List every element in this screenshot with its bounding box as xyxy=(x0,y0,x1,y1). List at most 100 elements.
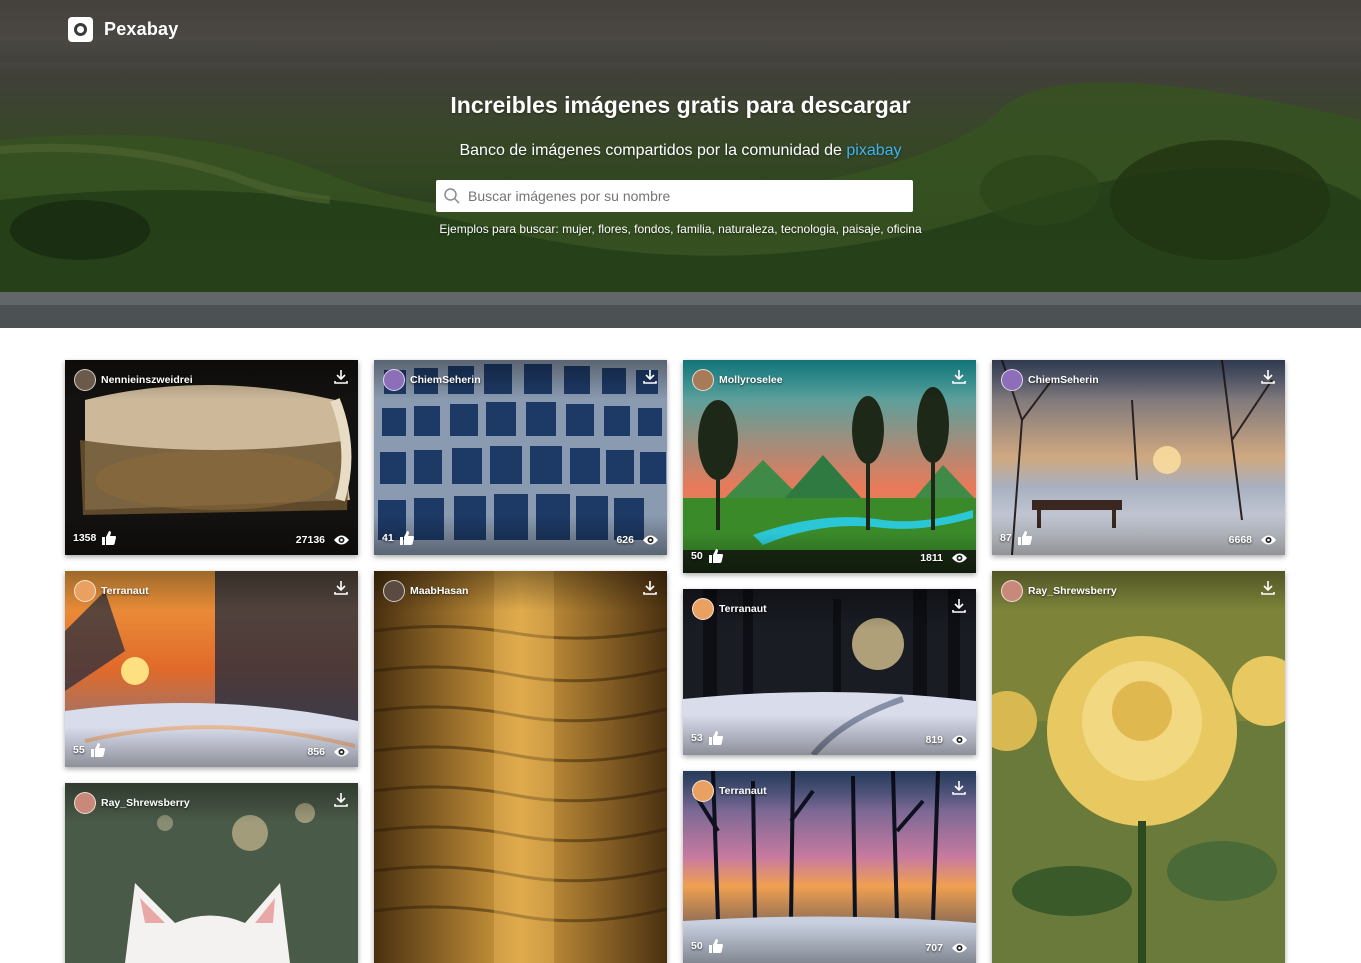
card-user[interactable]: MaabHasan xyxy=(383,580,468,602)
download-icon[interactable] xyxy=(951,369,967,385)
card-user[interactable]: Nennieinszweidrei xyxy=(74,369,193,391)
download-icon[interactable] xyxy=(1260,369,1276,385)
image-card[interactable]: Terranaut 55 856 xyxy=(65,571,358,767)
card-username: Terranaut xyxy=(719,785,767,797)
avatar xyxy=(74,369,96,391)
eye-icon xyxy=(952,735,967,745)
views-count: 626 xyxy=(616,534,634,546)
download-icon[interactable] xyxy=(1260,580,1276,596)
card-views: 856 xyxy=(307,746,350,758)
views-count: 856 xyxy=(307,746,325,758)
views-count: 707 xyxy=(925,942,943,954)
image-card[interactable]: Ray_Shrewsberry xyxy=(65,783,358,963)
hero-title: Increibles imágenes gratis para descarga… xyxy=(450,92,911,118)
thumbs-up-icon xyxy=(90,743,105,757)
eye-icon xyxy=(334,747,349,757)
eye-icon xyxy=(1261,535,1276,545)
card-user[interactable]: Mollyroselee xyxy=(692,369,783,391)
eye-icon xyxy=(952,553,967,563)
card-views: 819 xyxy=(925,734,968,746)
avatar xyxy=(692,780,714,802)
download-icon[interactable] xyxy=(642,580,658,596)
image-grid: Nennieinszweidrei 1358 27136 ChiemSeheri… xyxy=(0,328,1361,963)
views-count: 819 xyxy=(925,734,943,746)
image-card[interactable]: ChiemSeherin 87 6668 xyxy=(992,360,1285,555)
thumbs-up-icon xyxy=(708,549,723,563)
brand-name: Pexabay xyxy=(104,19,179,39)
avatar xyxy=(383,369,405,391)
views-count: 27136 xyxy=(295,534,325,546)
card-likes[interactable]: 50 xyxy=(691,548,724,564)
likes-count: 55 xyxy=(73,744,85,756)
download-icon[interactable] xyxy=(642,369,658,385)
card-username: Mollyroselee xyxy=(719,374,783,386)
card-user[interactable]: Ray_Shrewsberry xyxy=(1001,580,1117,602)
likes-count: 50 xyxy=(691,940,703,952)
image-card[interactable]: Mollyroselee 50 1811 xyxy=(683,360,976,573)
card-likes[interactable]: 50 xyxy=(691,938,724,954)
card-username: ChiemSeherin xyxy=(1028,374,1099,386)
search-icon xyxy=(436,180,468,212)
views-count: 6668 xyxy=(1228,534,1252,546)
card-likes[interactable]: 55 xyxy=(73,742,106,758)
eye-icon xyxy=(952,943,967,953)
search-examples: Ejemplos para buscar: mujer, flores, fon… xyxy=(439,222,922,236)
hero-subtitle: Banco de imágenes compartidos por la com… xyxy=(0,142,1361,160)
thumbs-up-icon xyxy=(102,531,117,545)
thumbs-up-icon xyxy=(1017,531,1032,545)
views-count: 1811 xyxy=(920,552,943,564)
likes-count: 1358 xyxy=(73,532,97,544)
likes-count: 87 xyxy=(1000,532,1012,544)
card-username: Terranaut xyxy=(101,585,149,597)
avatar xyxy=(1001,369,1023,391)
download-icon[interactable] xyxy=(333,580,349,596)
download-icon[interactable] xyxy=(951,780,967,796)
card-likes[interactable]: 53 xyxy=(691,730,724,746)
image-card[interactable]: Nennieinszweidrei 1358 27136 xyxy=(65,360,358,555)
camera-icon xyxy=(68,17,93,42)
eye-icon xyxy=(643,535,658,545)
card-likes[interactable]: 1358 xyxy=(73,530,117,546)
card-views: 707 xyxy=(925,942,968,954)
avatar xyxy=(1001,580,1023,602)
card-user[interactable]: ChiemSeherin xyxy=(1001,369,1099,391)
likes-count: 50 xyxy=(691,550,703,562)
card-user[interactable]: ChiemSeherin xyxy=(383,369,481,391)
card-username: Ray_Shrewsberry xyxy=(1028,585,1117,597)
card-user[interactable]: Terranaut xyxy=(74,580,149,602)
image-card[interactable]: MaabHasan xyxy=(374,571,667,963)
image-card[interactable]: Terranaut 50 707 xyxy=(683,771,976,963)
likes-count: 53 xyxy=(691,732,703,744)
card-username: ChiemSeherin xyxy=(410,374,481,386)
card-username: Nennieinszweidrei xyxy=(101,374,193,386)
top-bar: Pexabay xyxy=(0,0,1361,62)
card-likes[interactable]: 87 xyxy=(1000,530,1033,546)
card-username: Terranaut xyxy=(719,603,767,615)
thumbs-up-icon xyxy=(708,731,723,745)
avatar xyxy=(74,792,96,814)
avatar xyxy=(692,598,714,620)
hero-banner: Pexabay Increibles imágenes gratis para … xyxy=(0,0,1361,328)
image-card[interactable]: ChiemSeherin 41 626 xyxy=(374,360,667,555)
avatar xyxy=(74,580,96,602)
download-icon[interactable] xyxy=(333,792,349,808)
image-card[interactable]: Terranaut 53 819 xyxy=(683,589,976,755)
card-user[interactable]: Terranaut xyxy=(692,598,767,620)
image-card[interactable]: Ray_Shrewsberry xyxy=(992,571,1285,963)
card-username: MaabHasan xyxy=(410,585,469,597)
search-input[interactable] xyxy=(468,188,898,204)
eye-icon xyxy=(334,535,349,545)
download-icon[interactable] xyxy=(333,369,349,385)
card-views: 626 xyxy=(616,534,659,546)
pixabay-link[interactable]: pixabay xyxy=(846,142,901,159)
card-image xyxy=(374,571,667,963)
card-views: 6668 xyxy=(1229,534,1277,546)
brand[interactable]: Pexabay xyxy=(68,17,178,42)
card-image xyxy=(992,571,1285,963)
card-likes[interactable]: 41 xyxy=(382,530,415,546)
card-user[interactable]: Ray_Shrewsberry xyxy=(74,792,190,814)
avatar xyxy=(692,369,714,391)
search-bar xyxy=(436,180,913,212)
download-icon[interactable] xyxy=(951,598,967,614)
card-user[interactable]: Terranaut xyxy=(692,780,767,802)
